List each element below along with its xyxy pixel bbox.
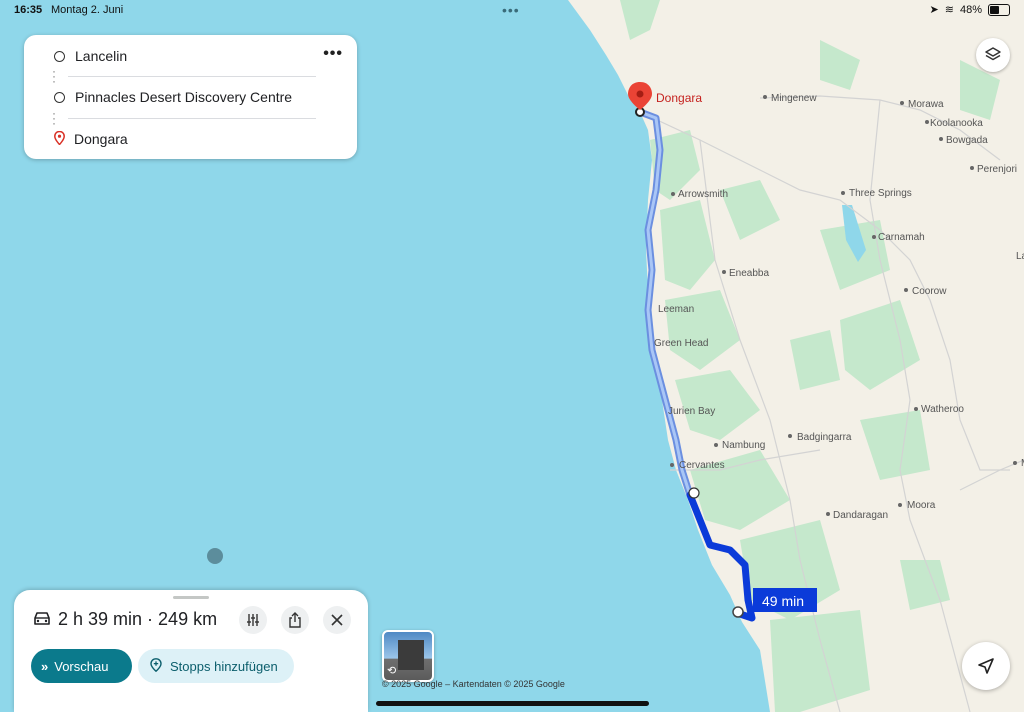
place-label: Perenjori (977, 164, 1017, 175)
status-right: ➤ ≋ 48% (930, 3, 1010, 16)
place-label: Coorow (912, 286, 947, 297)
battery-percent: 48% (959, 3, 982, 16)
preview-button[interactable]: » Vorschau (31, 649, 132, 683)
route-summary: 2 h 39 min · 249 km (58, 609, 218, 629)
stop-label: Dongara (74, 131, 128, 147)
navigation-button[interactable] (962, 642, 1010, 690)
status-time: 16:35 (14, 4, 43, 16)
wifi-icon: ≋ (944, 4, 954, 16)
vertical-dots-icon: · · · (52, 64, 56, 88)
share-button[interactable] (281, 606, 309, 634)
circle-icon (54, 50, 65, 62)
close-button[interactable] (323, 606, 351, 634)
rotate-360-icon: ⟲ (387, 665, 397, 677)
battery-icon (988, 3, 1010, 16)
home-indicator[interactable] (376, 701, 649, 706)
double-chevron-right-icon: » (41, 658, 49, 674)
destination-label: Dongara (656, 91, 702, 105)
divider (68, 76, 316, 77)
close-icon (331, 614, 343, 626)
circle-icon (54, 91, 65, 103)
status-bar: 16:35 Montag 2. Juni ••• ➤ ≋ 48% (0, 0, 1024, 22)
location-arrow-icon: ➤ (929, 4, 939, 16)
place-label: Eneabba (729, 268, 769, 279)
place-label: Mingenew (771, 93, 817, 104)
place-label: Green Head (654, 338, 708, 349)
more-options-icon[interactable]: ••• (323, 45, 343, 63)
route-stop-destination[interactable]: Dongara (54, 128, 128, 150)
route-stop-waypoint[interactable]: Pinnacles Desert Discovery Centre (54, 86, 292, 108)
place-label: Koolanooka (930, 118, 983, 129)
add-stops-label: Stopps hinzufügen (170, 658, 278, 674)
status-date: Montag 2. Juni (51, 4, 124, 16)
stop-label: Pinnacles Desert Discovery Centre (75, 89, 293, 105)
place-label: Morawa (908, 99, 944, 110)
street-view-thumbnail[interactable]: ⟲ (382, 630, 434, 682)
layers-button[interactable] (976, 38, 1010, 72)
place-label: Jurien Bay (668, 406, 715, 417)
navigation-arrow-icon (978, 658, 994, 674)
layers-icon (985, 47, 1001, 61)
place-label: Dandaragan (833, 510, 888, 521)
add-location-icon (150, 657, 162, 675)
place-label: Badgingarra (797, 432, 852, 443)
car-icon (32, 610, 52, 633)
place-label: Leeman (658, 304, 694, 315)
multitasking-dots-icon[interactable]: ••• (502, 2, 520, 18)
sheet-grabber[interactable] (173, 596, 209, 599)
route-stops-card: Lancelin · · · Pinnacles Desert Discovery … (24, 35, 357, 159)
divider (68, 118, 316, 119)
directions-sheet: 2 h 39 min · 249 km » Vorschau Stopps hi… (14, 590, 368, 712)
share-icon (289, 612, 301, 628)
user-location-dot (207, 548, 223, 564)
place-label: Nambung (722, 440, 765, 451)
sliders-icon (247, 614, 259, 626)
pin-icon (54, 130, 66, 148)
place-label: Carnamah (878, 232, 925, 243)
place-label: Arrowsmith (678, 189, 728, 200)
place-label: Three Springs (849, 188, 912, 199)
add-stops-button[interactable]: Stopps hinzufügen (138, 649, 294, 683)
route-time-label: 49 min (762, 593, 804, 609)
vertical-dots-icon: · · · (52, 106, 56, 130)
place-label: Moora (907, 500, 936, 511)
route-stop-origin[interactable]: Lancelin (54, 45, 127, 67)
map-copyright: © 2025 Google – Kartendaten © 2025 Googl… (382, 679, 565, 689)
preview-label: Vorschau (54, 658, 109, 674)
route-options-button[interactable] (239, 606, 267, 634)
place-label: Watheroo (921, 404, 964, 415)
place-label: La (1016, 251, 1024, 262)
place-label: Cervantes (679, 460, 725, 471)
stop-label: Lancelin (75, 48, 128, 64)
place-label: Bowgada (946, 135, 988, 146)
